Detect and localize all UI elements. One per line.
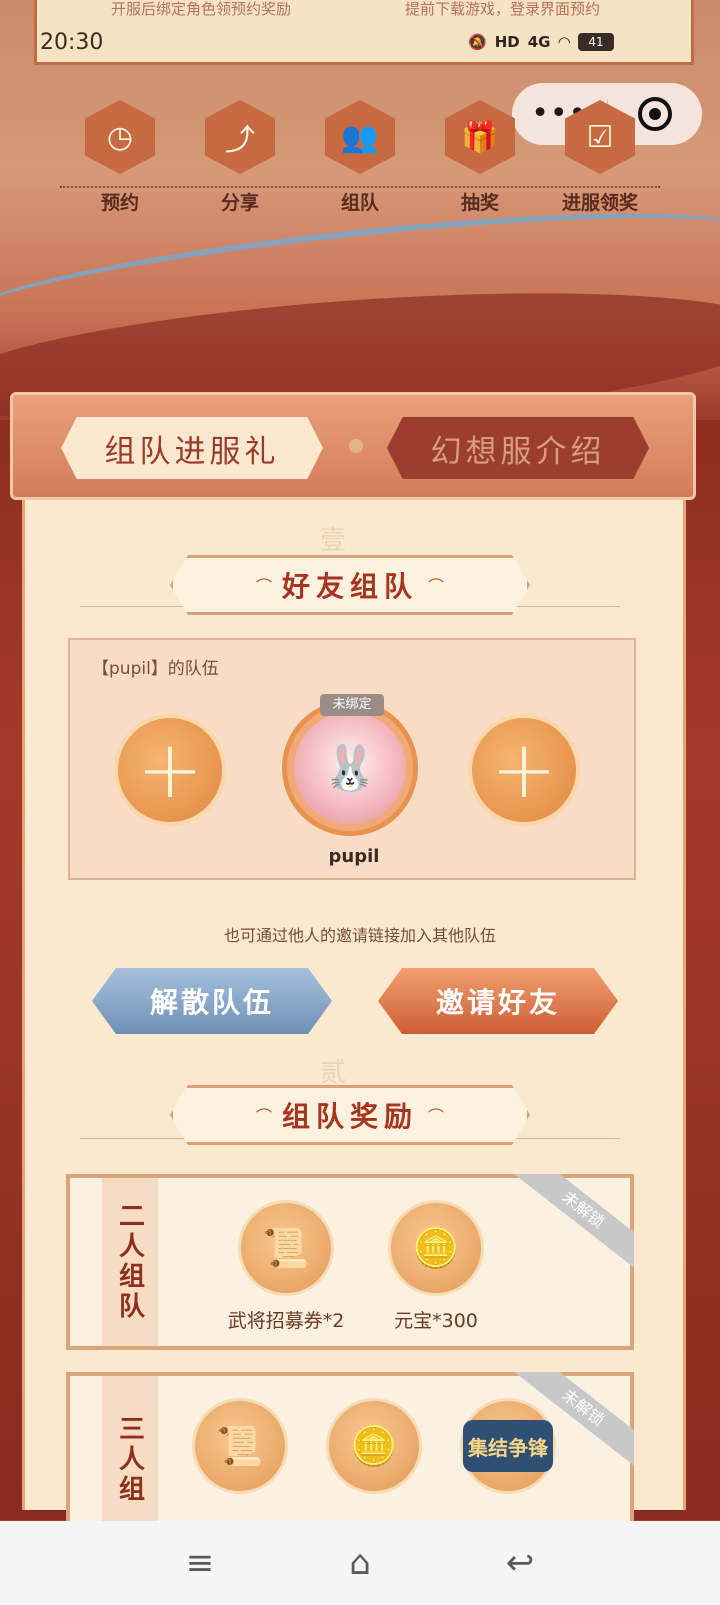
plus-icon: + [136, 723, 204, 816]
mute-icon: 🔕 [468, 33, 487, 51]
invite-hint: 也可通过他人的邀请链接加入其他队伍 [223, 926, 496, 945]
status-icons: 🔕 HD 4G ◠ 41 [468, 33, 614, 51]
back-icon[interactable]: ↩ [498, 1543, 542, 1583]
decorative-cloud-icon: ⌒ [255, 1107, 272, 1126]
badge-icon: 集结争锋 [460, 1398, 556, 1494]
invite-friend-button[interactable]: 邀请好友 [378, 968, 618, 1034]
ingot-icon: 🪙 [388, 1200, 484, 1296]
reward-item[interactable]: 🪙 元宝*300 [366, 1200, 506, 1333]
nav-item-lottery[interactable]: 🎁 抽奖 [420, 100, 540, 225]
status-badge: 未绑定 [320, 694, 384, 716]
team-card: 【pupil】的队伍 + 🐰 未绑定 + pupil [68, 638, 636, 880]
home-icon[interactable]: ⌂ [338, 1543, 382, 1583]
reward-card: 二人组队 未解锁 📜 武将招募券*2 🪙 元宝*300 [66, 1174, 634, 1350]
section-title-text: 组队奖励 [281, 1100, 418, 1133]
add-member-slot[interactable]: + [114, 714, 226, 826]
reward-item[interactable]: 📜 武将招募券*2 [216, 1200, 356, 1333]
menu-icon[interactable]: ≡ [178, 1543, 222, 1583]
scroll-icon: 📜 [192, 1398, 288, 1494]
nav-label: 进服领奖 [561, 192, 638, 214]
system-nav-bar: ≡ ⌂ ↩ [0, 1521, 720, 1605]
battery-icon: 41 [578, 33, 614, 51]
status-bar: 20:30 🔕 HD 4G ◠ 41 [0, 26, 720, 58]
network-icon: 4G [527, 33, 551, 51]
reward-item[interactable]: 🪙 [304, 1398, 444, 1494]
calendar-check-icon: ☑ [565, 100, 635, 174]
tab-team-gift[interactable]: 组队进服礼 [61, 417, 323, 479]
locked-ribbon: 未解锁 [514, 1174, 634, 1294]
reward-tier-label: 三人组 [102, 1376, 158, 1544]
section-marker: 壹 [320, 526, 347, 556]
section-title: ⌒ 组队奖励 ⌒ [170, 1085, 530, 1145]
status-time: 20:30 [40, 29, 104, 55]
scroll-icon: 📜 [238, 1200, 334, 1296]
nav-label: 抽奖 [460, 192, 499, 214]
section-title-text: 好友组队 [281, 570, 418, 603]
tab-fantasy-server[interactable]: 幻想服介绍 [387, 417, 649, 479]
section-marker: 贰 [320, 1058, 347, 1088]
reward-name: 武将招募券*2 [227, 1310, 345, 1332]
nav-item-share[interactable]: ⤴ 分享 [180, 100, 300, 225]
decorative-cloud-icon: ⌒ [255, 577, 272, 596]
feature-badge: 集结争锋 [463, 1420, 553, 1472]
banner-hint-right: 提前下载游戏，登录界面预约 [405, 0, 601, 18]
tab-bar: 组队进服礼 幻想服介绍 [10, 392, 696, 500]
wifi-icon: ◠ [558, 33, 570, 51]
hd-icon: HD [494, 33, 520, 51]
member-name: pupil [328, 846, 380, 867]
nav-item-team[interactable]: 👥 组队 [300, 100, 420, 225]
team-name: 【pupil】的队伍 [92, 659, 219, 679]
tab-knot [349, 439, 363, 453]
reward-item[interactable]: 集结争锋 [438, 1398, 578, 1494]
nav-divider [60, 186, 660, 188]
avatar: 🐰 [282, 700, 418, 836]
nav-label: 预约 [100, 192, 139, 214]
banner-hint-left: 开服后绑定角色领预约奖励 [111, 0, 292, 18]
reward-tier-text: 三人组 [114, 1415, 145, 1505]
ingot-icon: 🪙 [326, 1398, 422, 1494]
nav-label: 组队 [340, 192, 379, 214]
nav-item-claim[interactable]: ☑ 进服领奖 [540, 100, 660, 225]
reward-tier-text: 二人组队 [114, 1202, 145, 1322]
plus-icon: + [490, 723, 558, 816]
gift-icon: 🎁 [445, 100, 515, 174]
team-icon: 👥 [325, 100, 395, 174]
locked-status: 未解锁 [514, 1174, 634, 1274]
decorative-cloud-icon: ⌒ [428, 577, 445, 596]
disband-team-button[interactable]: 解散队伍 [92, 968, 332, 1034]
nav-label: 分享 [220, 192, 259, 214]
reward-name: 元宝*300 [394, 1310, 478, 1332]
share-icon: ⤴ [205, 100, 275, 174]
nav-item-reserve[interactable]: ◷ 预约 [60, 100, 180, 225]
add-member-slot[interactable]: + [468, 714, 580, 826]
reward-item[interactable]: 📜 [170, 1398, 310, 1494]
rabbit-avatar-icon: 🐰 [294, 712, 406, 824]
nav-row: ◷ 预约 ⤴ 分享 👥 组队 🎁 抽奖 ☑ 进服领奖 [60, 100, 660, 225]
reward-tier-label: 二人组队 [102, 1178, 158, 1346]
decorative-cloud-icon: ⌒ [428, 1107, 445, 1126]
section-title: ⌒ 好友组队 ⌒ [170, 555, 530, 615]
clock-icon: ◷ [85, 100, 155, 174]
